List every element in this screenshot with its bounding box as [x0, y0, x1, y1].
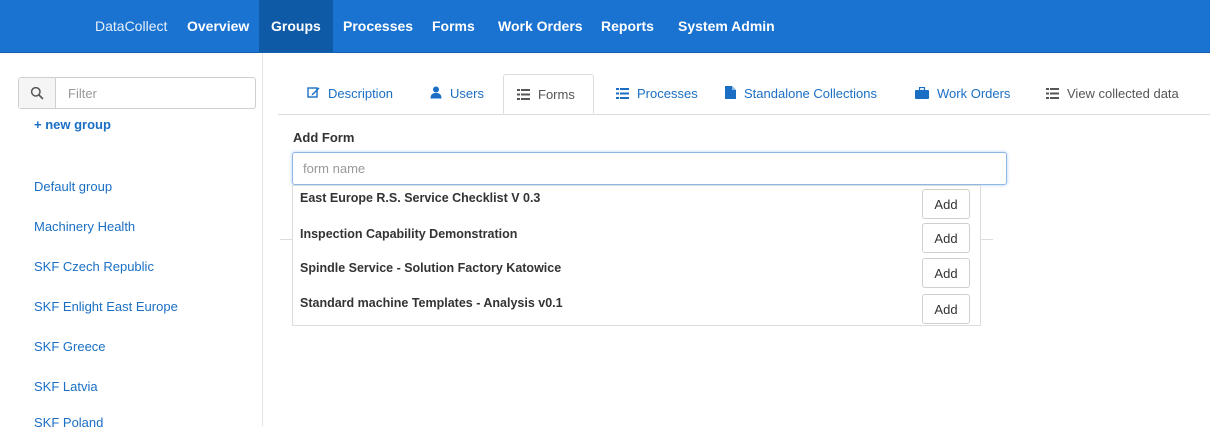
new-group-link[interactable]: + new group [34, 117, 111, 132]
nav-system-admin[interactable]: System Admin [678, 0, 775, 52]
list-item: Standard machine Templates - Analysis v0… [293, 292, 980, 328]
nav-forms[interactable]: Forms [432, 0, 475, 52]
tab-processes[interactable]: Processes [616, 74, 698, 114]
nav-overview[interactable]: Overview [187, 0, 249, 52]
file-icon [725, 75, 736, 115]
th-list-icon [1046, 75, 1059, 115]
tab-work-orders[interactable]: Work Orders [915, 74, 1010, 114]
nav-groups[interactable]: Groups [259, 0, 333, 52]
list-icon [616, 75, 629, 115]
tab-label: Forms [538, 87, 575, 102]
add-form-button[interactable]: Add [922, 258, 970, 288]
add-form-button[interactable]: Add [922, 294, 970, 324]
list-item: Spindle Service - Solution Factory Katow… [293, 258, 980, 294]
group-item[interactable]: SKF Poland [34, 415, 103, 430]
suggestion-label: Standard machine Templates - Analysis v0… [300, 296, 563, 310]
tab-label: View collected data [1067, 86, 1179, 101]
group-item[interactable]: Default group [34, 179, 112, 194]
tab-standalone-collections[interactable]: Standalone Collections [725, 74, 877, 114]
suggestion-label: East Europe R.S. Service Checklist V 0.3 [300, 191, 541, 205]
group-item[interactable]: Machinery Health [34, 219, 135, 234]
group-sidebar: + new group Default group Machinery Heal… [0, 53, 263, 430]
tab-label: Users [450, 86, 484, 101]
top-navbar: DataCollect Overview Groups Processes Fo… [0, 0, 1210, 53]
add-form-label: Add Form [293, 130, 355, 145]
tab-users[interactable]: Users [430, 74, 484, 114]
briefcase-icon [915, 75, 929, 115]
tab-forms[interactable]: Forms [503, 74, 594, 114]
divider [280, 239, 292, 240]
tab-label: Description [328, 86, 394, 101]
suggestion-label: Inspection Capability Demonstration [300, 227, 518, 241]
group-item[interactable]: SKF Latvia [34, 379, 98, 394]
nav-processes[interactable]: Processes [343, 0, 413, 52]
edit-icon [307, 75, 320, 115]
brand-link[interactable]: DataCollect [95, 0, 167, 52]
nav-reports[interactable]: Reports [601, 0, 654, 52]
group-item[interactable]: SKF Greece [34, 339, 106, 354]
nav-work-orders[interactable]: Work Orders [498, 0, 583, 52]
tab-description[interactable]: Description [307, 74, 393, 114]
group-tabs: Description Users Forms Processes Standa… [278, 74, 1210, 115]
filter-input[interactable] [56, 78, 254, 108]
group-item[interactable]: SKF Enlight East Europe [34, 299, 178, 314]
tab-label: Work Orders [937, 86, 1011, 101]
group-item[interactable]: SKF Czech Republic [34, 259, 154, 274]
user-icon [430, 75, 442, 115]
tab-view-collected-data[interactable]: View collected data [1046, 74, 1179, 114]
tab-label: Processes [637, 86, 698, 101]
tab-label: Standalone Collections [744, 86, 877, 101]
form-name-input[interactable] [292, 152, 1007, 185]
list-item: Inspection Capability Demonstration Add [293, 222, 980, 258]
add-form-button[interactable]: Add [922, 189, 970, 219]
divider [981, 239, 993, 240]
list-icon [517, 76, 530, 116]
suggestion-label: Spindle Service - Solution Factory Katow… [300, 261, 562, 275]
add-form-button[interactable]: Add [922, 223, 970, 253]
list-item: East Europe R.S. Service Checklist V 0.3… [293, 186, 980, 222]
search-icon [19, 78, 56, 108]
filter-box [18, 77, 256, 109]
form-suggestion-dropdown: East Europe R.S. Service Checklist V 0.3… [292, 185, 981, 326]
